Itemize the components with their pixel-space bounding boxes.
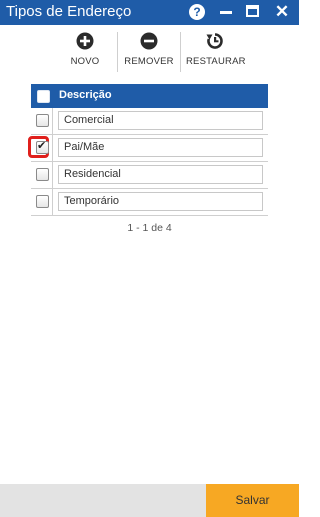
cell-divider	[52, 162, 53, 188]
row-checkbox[interactable]	[36, 114, 49, 127]
table-row: Pai/Mãe	[28, 135, 268, 162]
minimize-icon[interactable]	[219, 4, 235, 20]
remover-label: REMOVER	[124, 56, 174, 67]
toolbar: NOVO REMOVER RESTAURAR	[0, 26, 299, 76]
table-row: Temporário	[31, 189, 268, 216]
table-row: Residencial	[31, 162, 268, 189]
grid-header: Descrição	[31, 84, 268, 108]
minus-circle-icon	[140, 32, 158, 50]
table-row: Comercial	[31, 108, 268, 135]
descricao-field[interactable]: Temporário	[58, 192, 263, 211]
window-title: Tipos de Endereço	[6, 3, 132, 20]
restaurar-button[interactable]: RESTAURAR	[186, 26, 246, 76]
toolbar-divider	[117, 32, 118, 72]
close-icon[interactable]: ✕	[274, 3, 290, 21]
restaurar-label: RESTAURAR	[186, 56, 246, 67]
title-bar: Tipos de Endereço ? ✕	[0, 0, 299, 25]
cell-divider	[52, 189, 53, 215]
remover-button[interactable]: REMOVER	[123, 26, 175, 76]
column-header-descricao: Descrição	[59, 89, 112, 101]
save-button[interactable]: Salvar	[206, 484, 299, 517]
address-types-grid: Descrição Comercial Pai/Mãe Residencial …	[28, 84, 268, 216]
pagination-info: 1 - 1 de 4	[127, 222, 172, 234]
row-checkbox[interactable]	[36, 139, 49, 154]
help-icon[interactable]: ?	[189, 4, 205, 20]
toolbar-divider	[180, 32, 181, 72]
cell-divider	[52, 135, 53, 161]
row-checkbox[interactable]	[36, 195, 49, 208]
row-checkbox[interactable]	[36, 168, 49, 181]
cell-divider	[52, 108, 53, 134]
descricao-field[interactable]: Comercial	[58, 111, 263, 130]
descricao-field[interactable]: Pai/Mãe	[58, 138, 263, 157]
descricao-field[interactable]: Residencial	[58, 165, 263, 184]
maximize-icon[interactable]	[246, 5, 259, 17]
novo-label: NOVO	[70, 56, 100, 67]
novo-button[interactable]: NOVO	[62, 26, 108, 76]
plus-circle-icon	[76, 32, 94, 50]
select-all-checkbox[interactable]	[37, 90, 50, 103]
restore-icon	[206, 33, 223, 49]
